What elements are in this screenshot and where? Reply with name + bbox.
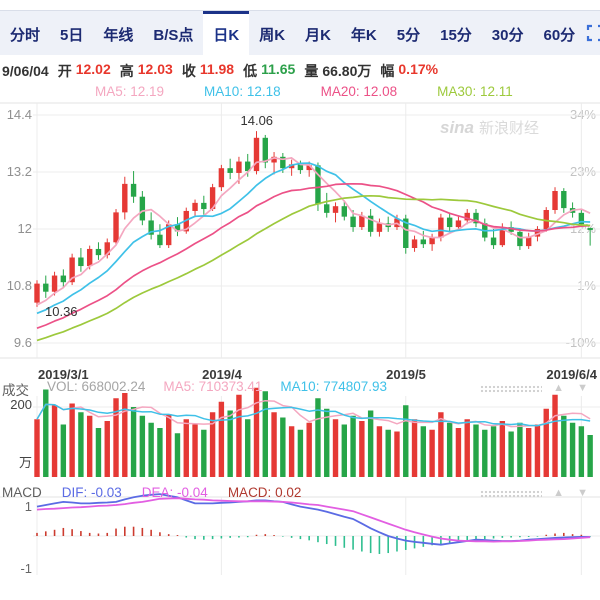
volume-legend-row: 成交 VOL: 668002.24 MA5: 710373.41 MA10: 7… bbox=[2, 379, 387, 399]
macd-tick: 1 bbox=[2, 499, 32, 514]
x-date-label: 2019/6/4 bbox=[527, 367, 597, 382]
price-tick: 14.4 bbox=[2, 107, 32, 122]
macd-panel-drag-handle[interactable] bbox=[480, 490, 542, 498]
low-price-annotation: 10.36 bbox=[45, 304, 78, 319]
dif-value: DIF: -0.03 bbox=[62, 485, 122, 500]
macd-value: MACD: 0.02 bbox=[228, 485, 302, 500]
stock-chart-app: 分时 5日 年线 B/S点 日K 周K 月K 年K 5分 15分 30分 60分… bbox=[0, 0, 600, 600]
volume-panel-down-icon[interactable]: ▼ bbox=[577, 382, 588, 394]
price-tick: 13.2 bbox=[2, 164, 32, 179]
macd-panel-down-icon[interactable]: ▼ bbox=[577, 487, 588, 499]
macd-panel-up-icon[interactable]: ▲ bbox=[553, 487, 564, 499]
price-tick: 10.8 bbox=[2, 278, 32, 293]
volume-panel-drag-handle[interactable] bbox=[480, 385, 542, 393]
volume-tick: 200 bbox=[2, 397, 32, 412]
vol-value: VOL: 668002.24 bbox=[47, 379, 145, 399]
macd-tick: -1 bbox=[2, 561, 32, 576]
volume-panel-title: 成交 bbox=[2, 379, 29, 399]
macd-panel-title: MACD bbox=[2, 485, 42, 500]
price-tick: 9.6 bbox=[2, 335, 32, 350]
chart-canvas[interactable] bbox=[0, 0, 600, 600]
vol-ma5-legend: MA5: 710373.41 bbox=[163, 379, 262, 399]
volume-unit-label: 万 bbox=[2, 452, 32, 471]
volume-panel-up-icon[interactable]: ▲ bbox=[553, 382, 564, 394]
macd-legend-row: MACD DIF: -0.03 DEA: -0.04 MACD: 0.02 bbox=[2, 485, 301, 500]
high-price-annotation: 14.06 bbox=[241, 113, 274, 128]
vol-ma10-legend: MA10: 774807.93 bbox=[280, 379, 387, 399]
price-tick: 12 bbox=[2, 221, 32, 236]
dea-value: DEA: -0.04 bbox=[142, 485, 208, 500]
